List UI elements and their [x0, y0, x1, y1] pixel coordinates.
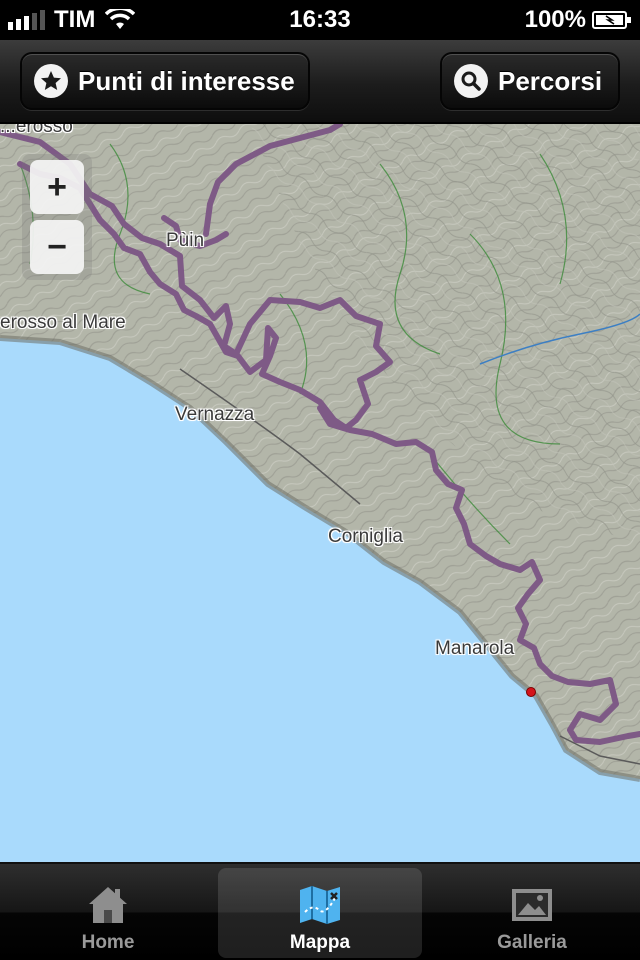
points-of-interest-label: Punti di interesse	[78, 65, 295, 96]
navigation-toolbar: Punti di interesse Percorsi	[0, 40, 640, 124]
zoom-in-button[interactable]: +	[30, 160, 84, 214]
star-icon	[34, 64, 68, 98]
map-label-puin: Pùin	[166, 230, 205, 251]
tab-home[interactable]: Home	[6, 868, 210, 958]
map-view[interactable]: ...erosso Pùin erosso al Mare Vernazza C…	[0, 124, 640, 862]
tab-home-label: Home	[81, 932, 135, 953]
tab-map-label: Mappa	[289, 932, 351, 953]
zoom-controls: + −	[22, 154, 92, 280]
map-label-monterosso: erosso al Mare	[0, 312, 126, 333]
house-icon	[89, 887, 127, 923]
tab-map[interactable]: Mappa	[218, 868, 422, 958]
map-label-corniglia: Corniglia	[328, 526, 403, 547]
poi-marker[interactable]	[526, 687, 536, 697]
points-of-interest-button[interactable]: Punti di interesse	[20, 52, 310, 110]
tab-gallery-label: Galleria	[497, 932, 567, 953]
map-label-top-partial: ...erosso	[0, 124, 73, 137]
status-right: 100%	[525, 6, 632, 34]
tab-bar: Home Mappa Galleria	[0, 862, 640, 960]
battery-percentage: 100%	[524, 6, 586, 33]
picture-icon	[512, 889, 552, 921]
zoom-out-button[interactable]: −	[30, 220, 84, 274]
battery-icon	[592, 11, 631, 29]
map-icon	[300, 886, 340, 924]
terrain-map	[0, 124, 640, 782]
routes-button[interactable]: Percorsi	[440, 52, 620, 110]
map-label-manarola: Manarola	[435, 638, 515, 659]
map-label-vernazza: Vernazza	[175, 404, 255, 425]
routes-label: Percorsi	[498, 65, 603, 96]
search-icon	[454, 64, 488, 98]
tab-gallery[interactable]: Galleria	[430, 868, 634, 958]
status-bar: TIM 16:33 100%	[0, 0, 640, 40]
